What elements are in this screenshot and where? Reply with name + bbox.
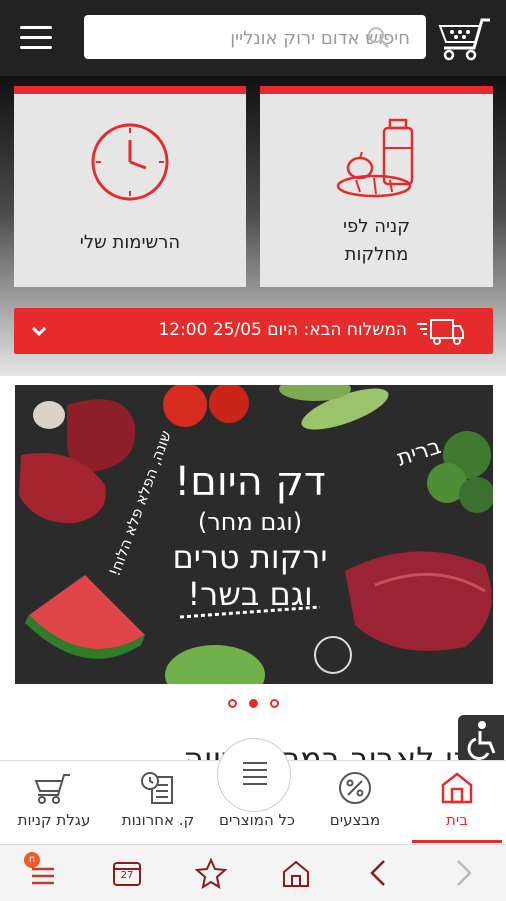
- groceries-icon: [336, 118, 414, 198]
- nav-recent-label: ק. אחרונות: [121, 811, 195, 829]
- nav-deals[interactable]: מבצעים: [306, 761, 404, 845]
- chevron-right-icon[interactable]: [446, 857, 480, 889]
- carousel-dots: [0, 693, 506, 711]
- tabs-badge: n: [24, 852, 40, 868]
- chevron-left-icon[interactable]: [362, 857, 396, 889]
- next-delivery-bar[interactable]: המשלוח הבא: היום 25/05 12:00: [14, 308, 493, 354]
- next-delivery-text: המשלוח הבא: היום 25/05 12:00: [158, 320, 407, 340]
- department-label-line2: מחלקות: [344, 244, 409, 265]
- calendar-day: 27: [120, 870, 134, 881]
- cart-icon[interactable]: [438, 14, 492, 62]
- banner-line-2: (וגם מחר): [198, 508, 302, 536]
- banner-line-3: ירקות טרים: [172, 538, 327, 576]
- active-tab-indicator: [412, 840, 502, 843]
- my-lists-label: הרשימות שלי: [79, 232, 181, 253]
- truck-icon: [417, 319, 464, 345]
- home-icon: [441, 772, 473, 804]
- nav-all-products-label: כל המוצרים: [219, 811, 295, 829]
- nav-deals-label: מבצעים: [329, 811, 381, 829]
- nav-cart[interactable]: עגלת קניות: [0, 761, 108, 845]
- search-icon[interactable]: [366, 25, 390, 49]
- search-box[interactable]: [84, 15, 426, 59]
- nav-home[interactable]: בית: [404, 761, 506, 845]
- star-icon[interactable]: [194, 857, 228, 889]
- receipt-clock-icon: [141, 772, 173, 804]
- accessibility-icon[interactable]: [458, 715, 504, 763]
- carousel-dot[interactable]: [227, 699, 237, 708]
- home-browser-icon[interactable]: [279, 857, 313, 889]
- calendar-icon[interactable]: 27: [110, 857, 144, 889]
- shopping-cart-icon: [34, 774, 70, 804]
- shop-by-department-tile[interactable]: קניה לפי מחלקות: [260, 86, 493, 287]
- nav-cart-label: עגלת קניות: [17, 811, 91, 829]
- banner-line-4: וגם בשר!: [187, 575, 312, 613]
- clock-icon: [91, 123, 169, 201]
- nav-home-label: בית: [446, 811, 468, 829]
- promo-banner[interactable]: דק היום! (וגם מחר) ירקות טרים וגם בשר! ש…: [15, 385, 493, 684]
- list-icon: [243, 762, 267, 785]
- percent-badge-icon: [339, 772, 371, 804]
- my-lists-tile[interactable]: הרשימות שלי: [14, 86, 246, 287]
- menu-icon[interactable]: [18, 22, 58, 54]
- banner-side-right: ברית: [394, 434, 444, 472]
- carousel-dot[interactable]: [269, 699, 279, 708]
- banner-line-1: דק היום!: [174, 459, 325, 505]
- all-products-button[interactable]: [217, 738, 291, 812]
- browser-toolbar: 27: [0, 844, 506, 901]
- chevron-down-icon[interactable]: [30, 322, 48, 340]
- banner-artwork: דק היום! (וגם מחר) ירקות טרים וגם בשר! ש…: [19, 385, 493, 684]
- department-label-line1: קניה לפי: [343, 216, 410, 237]
- carousel-dot-active[interactable]: [248, 699, 258, 708]
- nav-recent-purchases[interactable]: ק. אחרונות: [108, 761, 208, 845]
